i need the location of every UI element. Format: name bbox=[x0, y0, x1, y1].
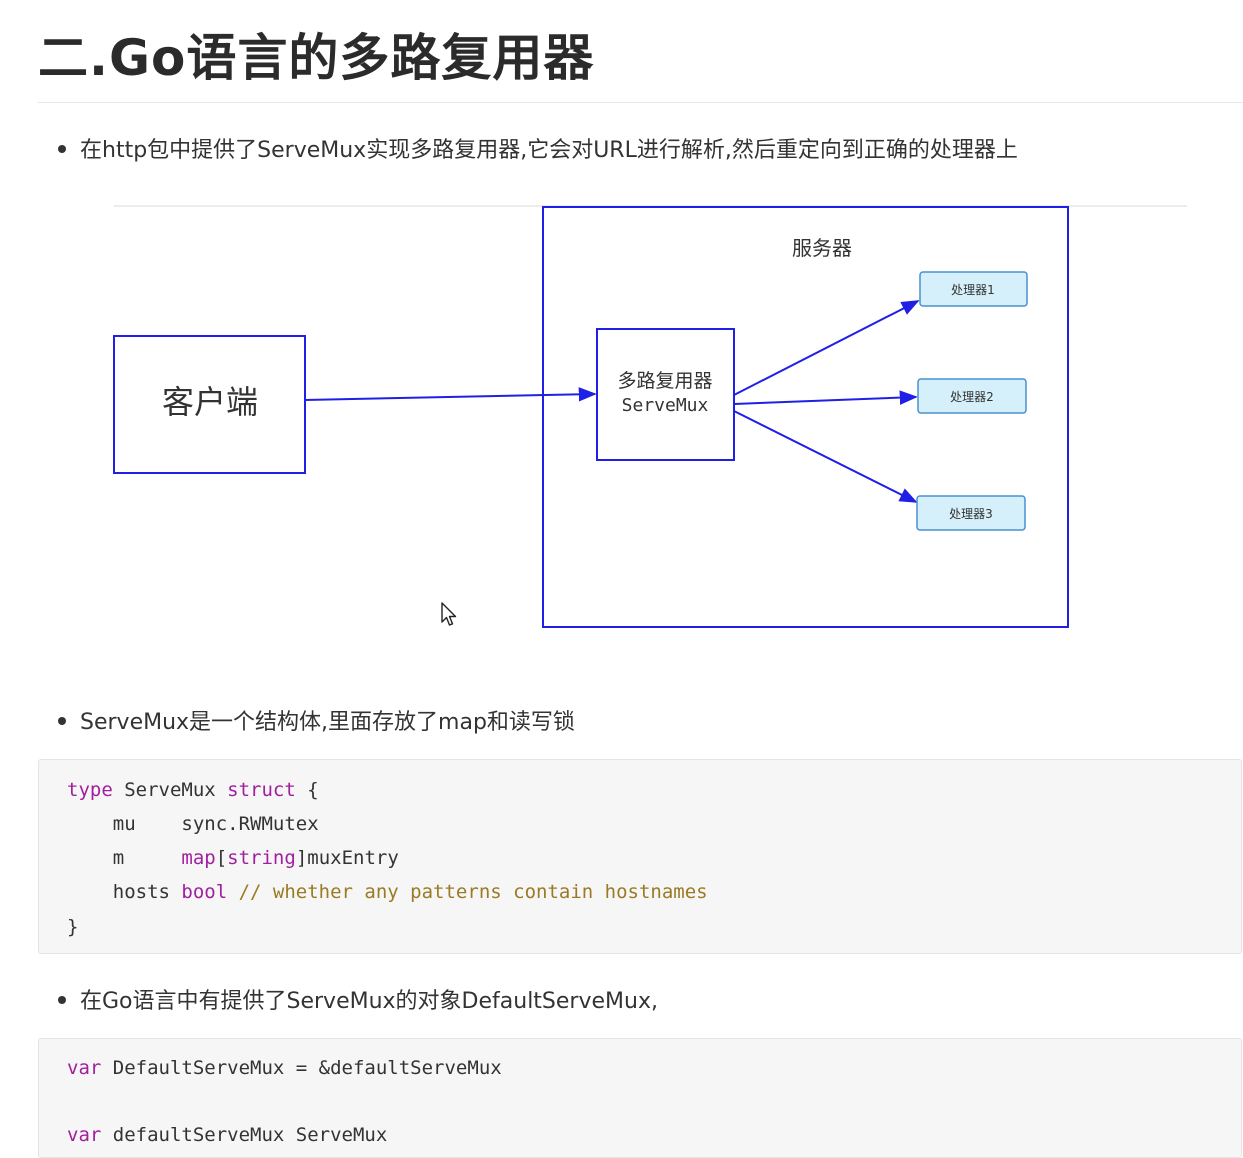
bullet-text: ServeMux是一个结构体,里面存放了map和读写锁 bbox=[80, 710, 575, 735]
code-block-servemux-struct: type ServeMux struct { mu sync.RWMutex m… bbox=[38, 759, 1242, 954]
servemux-label-en: ServeMux bbox=[622, 395, 709, 416]
servemux-diagram: 服务器 客户端 多路复用器 ServeMux 处理器1 处理器2 处理器3 bbox=[113, 205, 1187, 628]
bullet-dot bbox=[58, 145, 66, 153]
mux-to-handler3-arrow bbox=[733, 410, 918, 503]
code-line: m map[string]muxEntry bbox=[67, 847, 399, 869]
code-block-default-servemux: var DefaultServeMux = &defaultServeMux v… bbox=[38, 1038, 1242, 1158]
bullet-item: 在Go语言中有提供了ServeMux的对象DefaultServeMux, bbox=[58, 983, 658, 1015]
handler1-label: 处理器1 bbox=[951, 283, 995, 297]
code-line: } bbox=[67, 916, 79, 938]
servemux-label-cn: 多路复用器 bbox=[617, 370, 712, 392]
code-line: mu sync.RWMutex bbox=[67, 813, 319, 835]
mouse-pointer-icon bbox=[441, 602, 457, 626]
bullet-text: 在Go语言中有提供了ServeMux的对象DefaultServeMux, bbox=[80, 989, 658, 1014]
server-box bbox=[542, 206, 1069, 628]
bullet-dot bbox=[58, 717, 66, 725]
bullet-item: ServeMux是一个结构体,里面存放了map和读写锁 bbox=[58, 704, 575, 736]
bullet-dot bbox=[58, 996, 66, 1004]
handler2-label: 处理器2 bbox=[950, 390, 994, 404]
title-divider bbox=[38, 102, 1243, 103]
code-line: type ServeMux struct { bbox=[67, 779, 319, 801]
code-line: var defaultServeMux ServeMux bbox=[67, 1124, 388, 1146]
server-label: 服务器 bbox=[792, 236, 852, 260]
mux-to-handler1-arrow bbox=[733, 300, 920, 396]
page-title: 二.Go语言的多路复用器 bbox=[38, 29, 595, 87]
bullet-item: 在http包中提供了ServeMux实现多路复用器,它会对URL进行解析,然后重… bbox=[58, 132, 1018, 164]
code-line: var DefaultServeMux = &defaultServeMux bbox=[67, 1057, 502, 1079]
client-label: 客户端 bbox=[162, 383, 258, 421]
client-to-mux-arrow bbox=[304, 387, 597, 402]
mux-to-handler2-arrow bbox=[733, 390, 918, 405]
handler3-label: 处理器3 bbox=[949, 507, 993, 521]
code-line: hosts bool // whether any patterns conta… bbox=[67, 881, 708, 903]
bullet-text: 在http包中提供了ServeMux实现多路复用器,它会对URL进行解析,然后重… bbox=[80, 138, 1018, 163]
